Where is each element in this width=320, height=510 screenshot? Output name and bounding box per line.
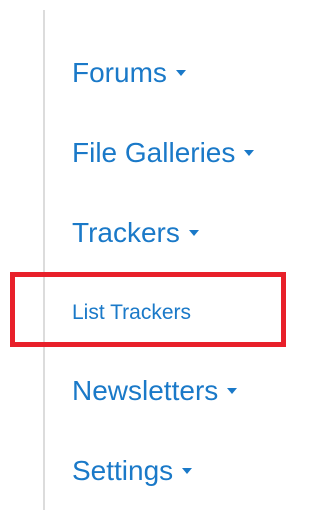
menu-item-file-galleries[interactable]: File Galleries	[72, 136, 255, 170]
submenu-item-label: List Trackers	[72, 301, 192, 324]
menu-item-label: Settings	[72, 455, 174, 486]
caret-down-icon	[227, 387, 238, 394]
menu-item-forums[interactable]: Forums	[72, 56, 186, 90]
caret-down-icon	[244, 149, 255, 156]
menu-item-newsletters[interactable]: Newsletters	[72, 374, 238, 408]
submenu-item-list-trackers[interactable]: List Trackers	[72, 300, 191, 326]
caret-down-icon	[188, 229, 199, 236]
menu-item-label: Trackers	[72, 217, 180, 248]
menu-item-settings[interactable]: Settings	[72, 454, 193, 488]
menu-item-label: Forums	[72, 57, 167, 88]
sidebar-divider	[43, 10, 45, 510]
menu-item-label: Newsletters	[72, 375, 219, 406]
menu-item-trackers[interactable]: Trackers	[72, 216, 199, 250]
caret-down-icon	[182, 467, 193, 474]
caret-down-icon	[175, 69, 186, 76]
menu-item-label: File Galleries	[72, 137, 236, 168]
